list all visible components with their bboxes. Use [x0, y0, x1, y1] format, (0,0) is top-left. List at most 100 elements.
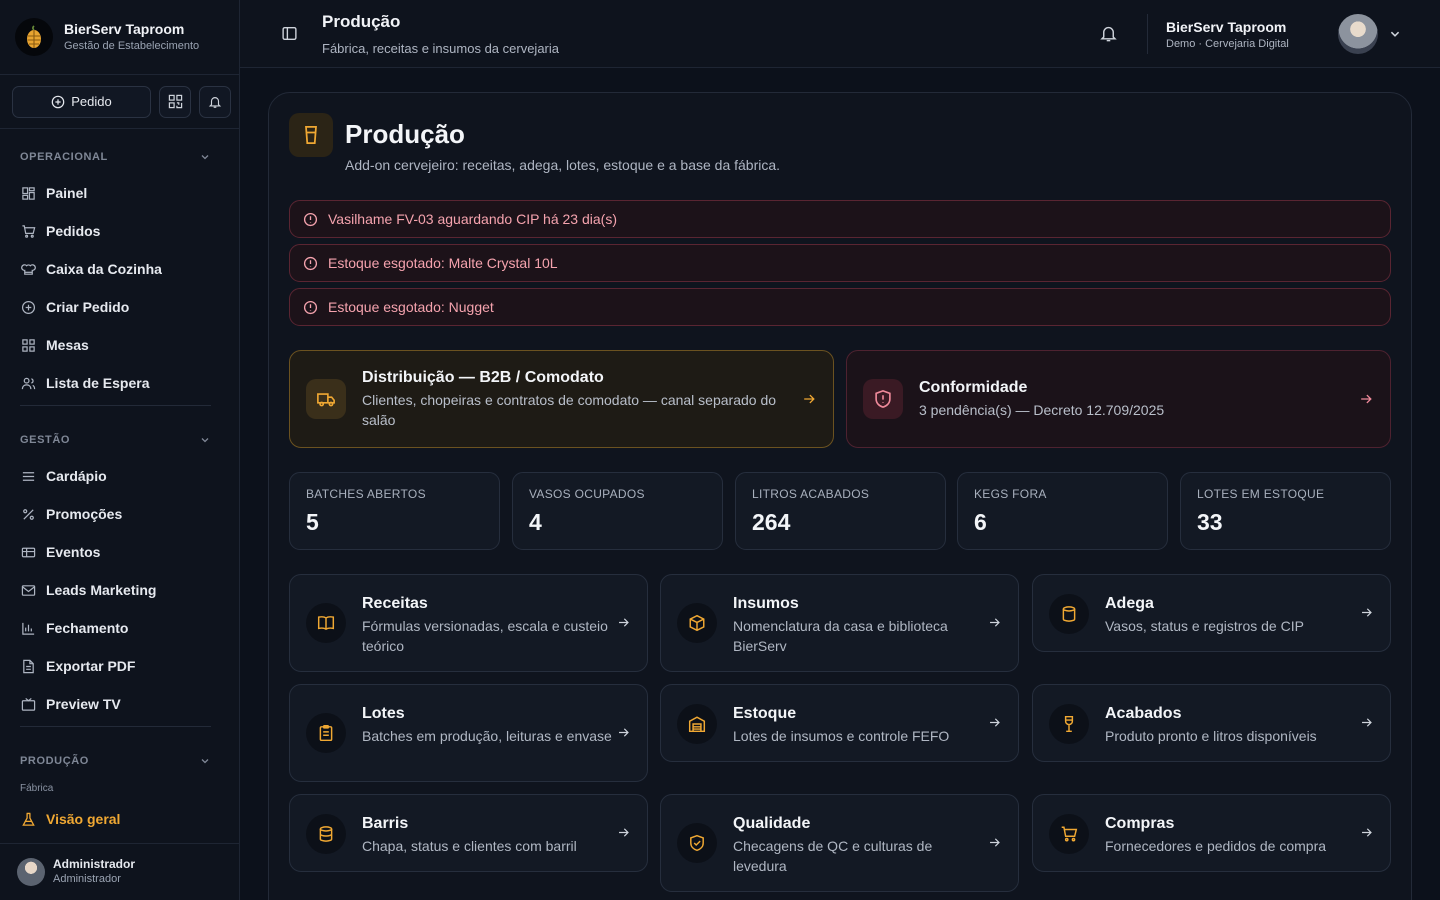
section-gestao[interactable]: GESTÃO: [20, 430, 210, 450]
stat-value: 6: [974, 509, 987, 535]
stat-value: 4: [529, 509, 542, 535]
plus-circle-icon: [20, 299, 36, 315]
module-desc: Batches em produção, leituras e envase: [362, 728, 612, 744]
mail-icon: [20, 582, 36, 598]
cart-icon: [1049, 814, 1089, 854]
sidebar-item-label: Leads Marketing: [46, 582, 157, 598]
bell-icon: [1100, 26, 1117, 42]
sidebar-item-label: Mesas: [46, 337, 89, 353]
section-producao[interactable]: PRODUÇÃO: [20, 751, 210, 771]
box-icon: [677, 603, 717, 643]
stat-value: 33: [1197, 509, 1223, 535]
page-title: Produção: [322, 12, 401, 31]
alert-text: Vasilhame FV-03 aguardando CIP há 23 dia…: [328, 211, 617, 227]
brand-name: BierServ Taproom: [64, 21, 185, 37]
sidebar-item-eventos[interactable]: Eventos: [20, 540, 210, 564]
module-desc: Fornecedores e pedidos de compra: [1105, 838, 1327, 854]
brand[interactable]: BierServ Taproom Gestão de Estabelecimen…: [0, 0, 239, 75]
sidebar-item-label: Cardápio: [46, 468, 107, 484]
file-icon: [20, 658, 36, 674]
sidebar-item-pedidos[interactable]: Pedidos: [20, 219, 210, 243]
compliance-card[interactable]: Conformidade 3 pendência(s) — Decreto 12…: [846, 350, 1391, 448]
user-profile[interactable]: Administrador Administrador: [0, 843, 239, 900]
distribution-desc: Clientes, chopeiras e contratos de comod…: [362, 392, 777, 428]
distribution-title: Distribuição — B2B / Comodato: [362, 369, 604, 386]
module-card-qualidade[interactable]: Qualidade Checagens de QC e culturas de l…: [660, 794, 1019, 892]
sidebar-item-label: Eventos: [46, 544, 101, 560]
module-card-estoque[interactable]: Estoque Lotes de insumos e controle FEFO: [660, 684, 1019, 762]
stat-label: LITROS ACABADOS: [752, 487, 870, 501]
module-card-acabados[interactable]: Acabados Produto pronto e litros disponív…: [1032, 684, 1391, 762]
account-menu-button[interactable]: [1389, 28, 1401, 40]
sidebar-item-caixa-cozinha[interactable]: Caixa da Cozinha: [20, 257, 210, 281]
module-card-insumos[interactable]: Insumos Nomenclatura da casa e biblioteca…: [660, 574, 1019, 672]
chevron-down-icon: [201, 155, 209, 160]
notifications-button[interactable]: [1099, 24, 1118, 43]
sidebar-group-label: Fábrica: [20, 783, 54, 794]
module-title: Adega: [1105, 595, 1154, 612]
hop-logo-icon: [15, 18, 53, 56]
section-operacional[interactable]: OPERACIONAL: [20, 147, 210, 167]
bell-icon: [208, 96, 222, 108]
sidebar-toggle-icon: [282, 26, 297, 41]
arrow-right-icon: [619, 828, 629, 837]
sidebar-item-painel[interactable]: Painel: [20, 181, 210, 205]
sidebar-item-mesas[interactable]: Mesas: [20, 333, 210, 357]
cart-icon: [20, 223, 36, 239]
avatar: [17, 858, 45, 886]
chevron-down-icon: [1390, 31, 1400, 37]
qr-code-button[interactable]: [159, 85, 191, 118]
sidebar-item-fechamento[interactable]: Fechamento: [20, 616, 210, 640]
module-card-lotes[interactable]: Lotes Batches em produção, leituras e env…: [289, 684, 648, 782]
notifications-button[interactable]: [199, 85, 231, 118]
sidebar-item-preview-tv[interactable]: Preview TV: [20, 692, 210, 716]
sidebar: BierServ Taproom Gestão de Estabelecimen…: [0, 0, 240, 900]
alert-banner[interactable]: Estoque esgotado: Nugget: [289, 288, 1391, 326]
sidebar-item-criar-pedido[interactable]: Criar Pedido: [20, 295, 210, 319]
shield-check-icon: [677, 823, 717, 863]
stat-value: 264: [752, 509, 791, 535]
percent-icon: [20, 506, 36, 522]
module-title: Compras: [1105, 815, 1175, 832]
stat-card: LITROS ACABADOS 264: [735, 472, 946, 550]
new-order-label: Pedido: [71, 94, 112, 109]
alert-banner[interactable]: Estoque esgotado: Malte Crystal 10L: [289, 244, 1391, 282]
sidebar-toggle-button[interactable]: [281, 25, 298, 42]
alert-banner[interactable]: Vasilhame FV-03 aguardando CIP há 23 dia…: [289, 200, 1391, 238]
user-role: Administrador: [53, 873, 121, 885]
module-card-adega[interactable]: Adega Vasos, status e registros de CIP: [1032, 574, 1391, 652]
dashboard-icon: [20, 185, 36, 201]
sidebar-item-visao-geral[interactable]: Visão geral: [20, 807, 210, 831]
stat-card: BATCHES ABERTOS 5: [289, 472, 500, 550]
stat-card: LOTES EM ESTOQUE 33: [1180, 472, 1391, 550]
section-title: OPERACIONAL: [20, 151, 108, 163]
sidebar-item-lista-espera[interactable]: Lista de Espera: [20, 371, 210, 395]
topbar: Produção Fábrica, receitas e insumos da …: [240, 0, 1440, 68]
topbar-divider: [1147, 14, 1148, 54]
module-title: Barris: [362, 815, 409, 832]
distribution-card[interactable]: Distribuição — B2B / Comodato Clientes, …: [289, 350, 834, 448]
sidebar-item-label: Pedidos: [46, 223, 101, 239]
section-title: Produção: [345, 119, 465, 149]
barrel-icon: [1049, 594, 1089, 634]
module-card-barris[interactable]: Barris Chapa, status e clientes com barri…: [289, 794, 648, 872]
grid-icon: [20, 337, 36, 353]
module-desc: Checagens de QC e culturas de levedura: [733, 838, 933, 874]
sidebar-item-label: Fechamento: [46, 620, 129, 636]
sidebar-item-leads-marketing[interactable]: Leads Marketing: [20, 578, 210, 602]
module-card-receitas[interactable]: Receitas Fórmulas versionadas, escala e c…: [289, 574, 648, 672]
new-order-button[interactable]: Pedido: [12, 85, 151, 118]
stat-card: VASOS OCUPADOS 4: [512, 472, 723, 550]
sidebar-item-exportar-pdf[interactable]: Exportar PDF: [20, 654, 210, 678]
org-switcher[interactable]: BierServ Taproom Demo · Cervejaria Digit…: [1166, 18, 1289, 52]
module-desc: Lotes de insumos e controle FEFO: [733, 728, 950, 744]
module-card-compras[interactable]: Compras Fornecedores e pedidos de compra: [1032, 794, 1391, 872]
arrow-right-icon: [1361, 394, 1372, 404]
avatar[interactable]: [1338, 14, 1378, 54]
sidebar-item-cardapio[interactable]: Cardápio: [20, 464, 210, 488]
book-icon: [306, 603, 346, 643]
stat-label: KEGS FORA: [974, 487, 1047, 501]
section-title: PRODUÇÃO: [20, 755, 89, 767]
org-subtitle: Demo · Cervejaria Digital: [1166, 38, 1289, 50]
sidebar-item-promocoes[interactable]: Promoções: [20, 502, 210, 526]
